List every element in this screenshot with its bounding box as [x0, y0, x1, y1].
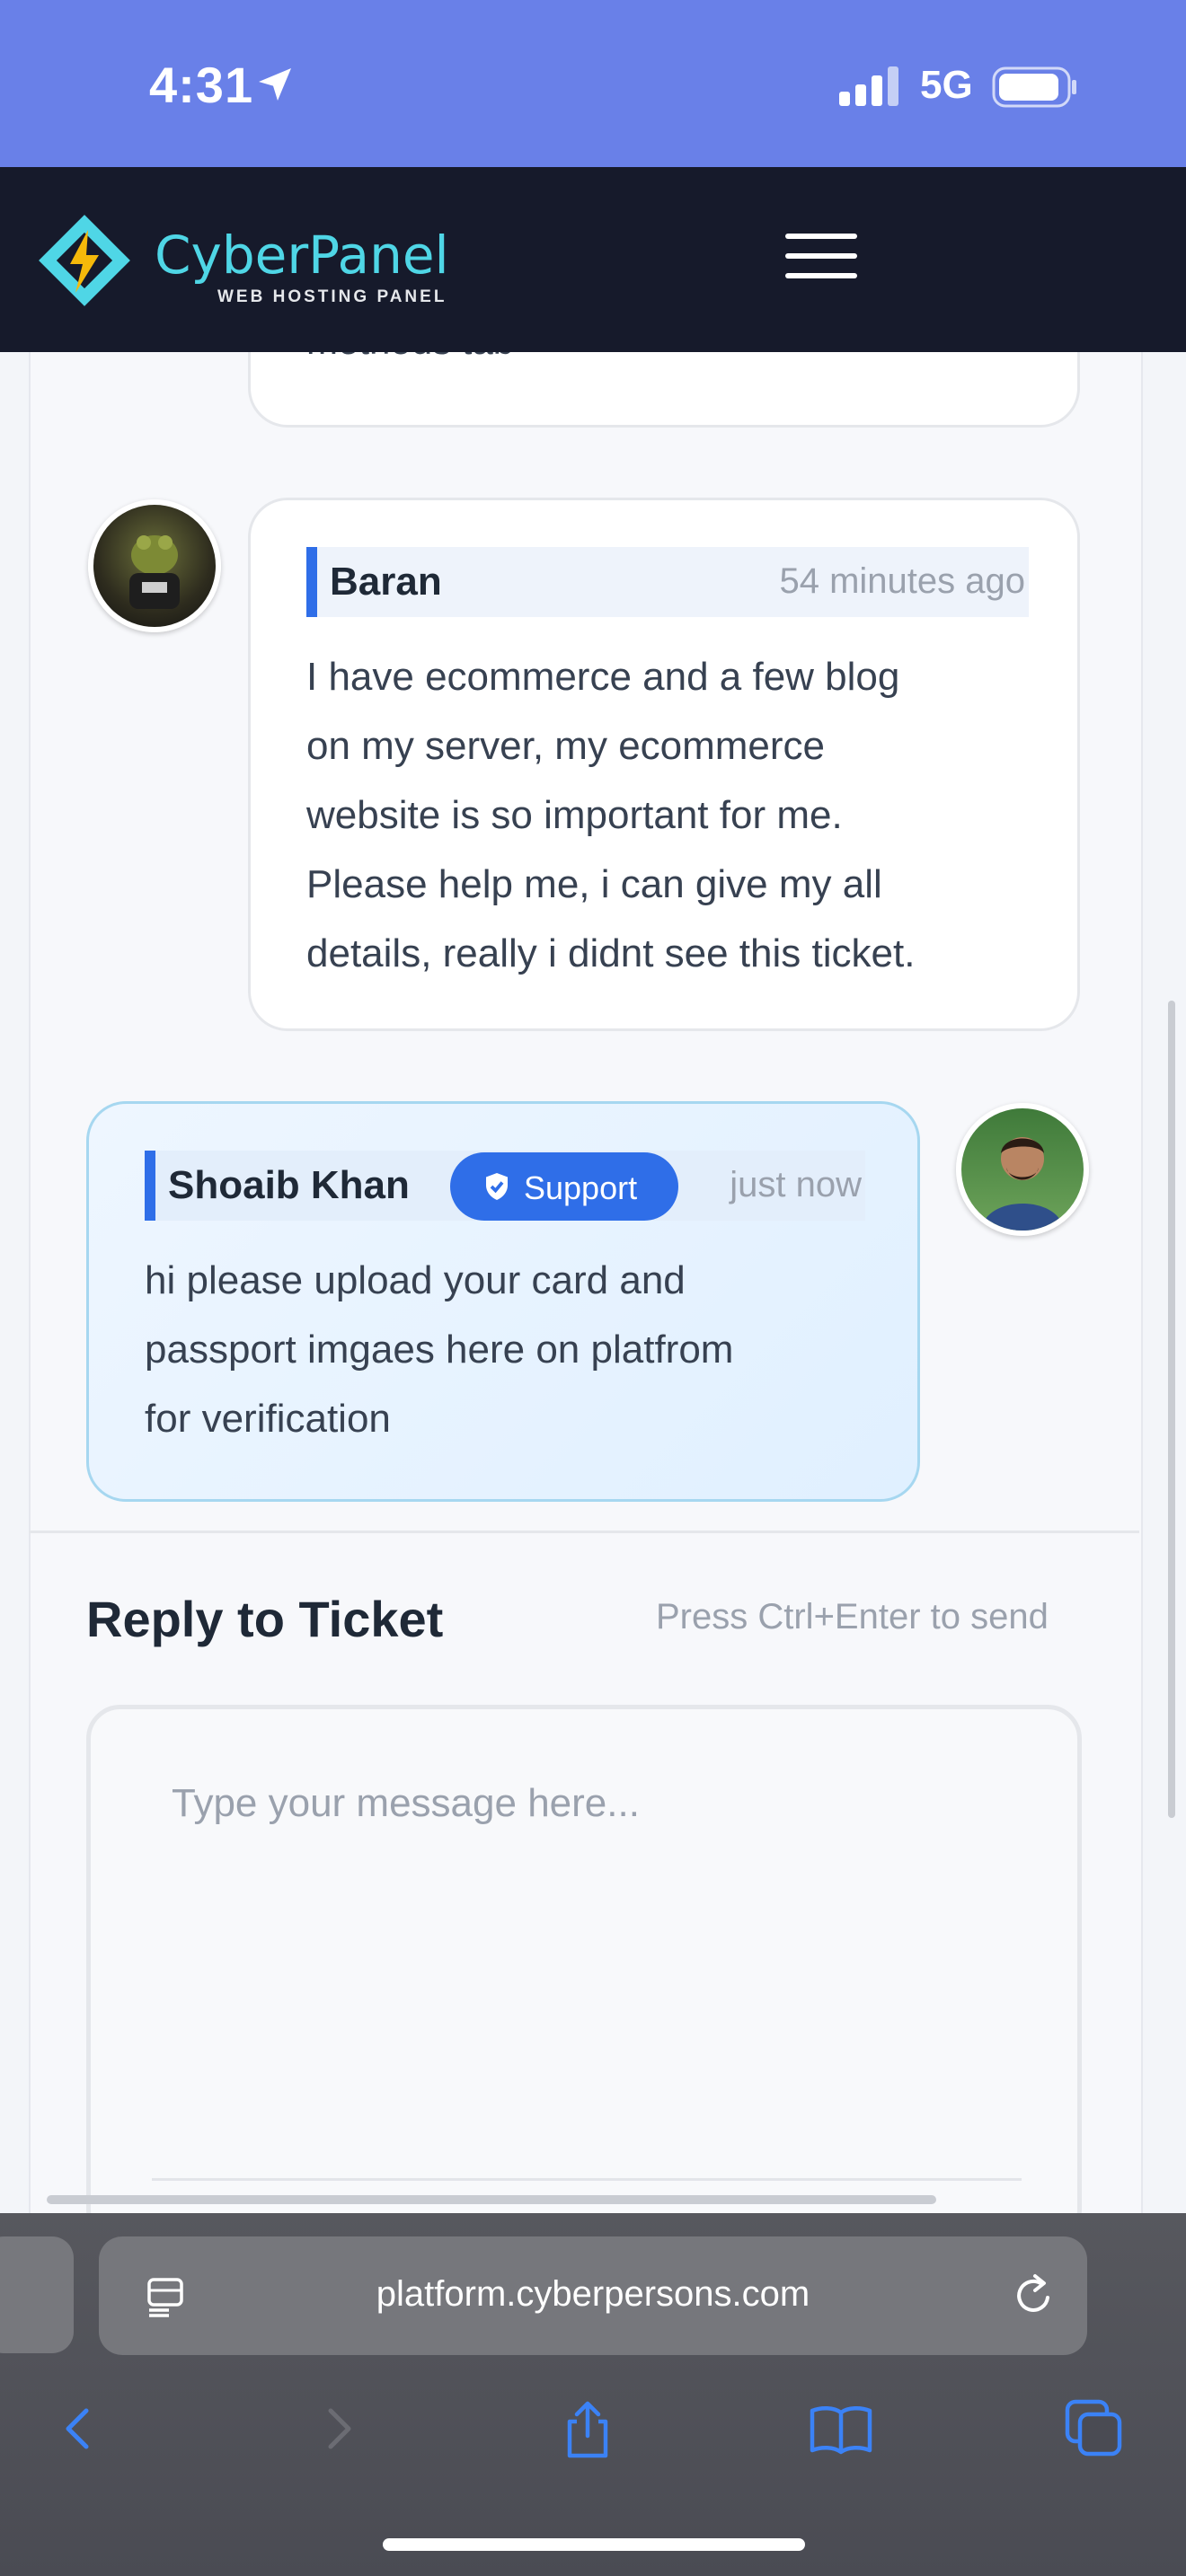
user-avatar — [88, 499, 221, 632]
cell-signal-icon — [839, 66, 898, 106]
reply-title: Reply to Ticket — [86, 1591, 444, 1647]
back-icon[interactable] — [43, 2393, 115, 2465]
battery-icon — [992, 66, 1076, 108]
reload-icon[interactable] — [1008, 2271, 1058, 2321]
browser-toolbar: platform.cyberpersons.com — [0, 2213, 1186, 2576]
logo-subtitle: WEB HOSTING PANEL — [217, 287, 447, 306]
tabs-icon[interactable] — [1058, 2393, 1130, 2465]
status-bar: 4:31 5G — [0, 0, 1186, 167]
message-line: website is so important for me. — [306, 793, 843, 837]
message-body: hi please upload your card and passport … — [145, 1246, 733, 1453]
reply-toolbar-divider — [152, 2178, 1022, 2181]
logo-title: CyberPanel — [155, 225, 449, 286]
message-line: for verification — [145, 1397, 391, 1441]
previous-message-card: methods tab — [248, 352, 1080, 428]
message-timestamp: 54 minutes ago — [779, 561, 1025, 601]
forward-icon[interactable] — [302, 2393, 374, 2465]
message-author: Shoaib Khan — [168, 1163, 410, 1207]
message-author: Baran — [330, 560, 442, 604]
message-line: details, really i didnt see this ticket. — [306, 931, 916, 975]
message-line: I have ecommerce and a few blog — [306, 655, 900, 699]
reply-message-input[interactable] — [91, 1709, 1077, 2176]
person-avatar-icon — [981, 1137, 1064, 1231]
message-header: Baran 54 minutes ago — [306, 547, 1029, 617]
message-timestamp: just now — [730, 1165, 862, 1204]
previous-tab-preview[interactable] — [0, 2236, 74, 2353]
message-card: Baran 54 minutes ago I have ecommerce an… — [248, 498, 1080, 1031]
message-line: passport imgaes here on platfrom — [145, 1328, 734, 1372]
frog-avatar-icon — [129, 535, 180, 609]
cyberpanel-logo-icon — [39, 215, 130, 306]
message-line: Please help me, i can give my all — [306, 862, 882, 906]
message-body: I have ecommerce and a few blog on my se… — [306, 642, 915, 988]
bookmarks-icon[interactable] — [805, 2393, 877, 2465]
message-line: on my server, my ecommerce — [306, 724, 826, 768]
verified-shield-icon — [486, 1173, 508, 1200]
message-header: Shoaib Khan Support just now — [145, 1151, 865, 1221]
url-text: platform.cyberpersons.com — [376, 2274, 810, 2314]
section-divider — [29, 1531, 1139, 1533]
share-icon[interactable] — [552, 2393, 624, 2465]
reply-box — [86, 1705, 1082, 2244]
menu-line-icon — [785, 253, 857, 259]
support-badge: Support — [450, 1152, 678, 1221]
horizontal-scrollbar[interactable] — [47, 2195, 936, 2204]
support-avatar — [956, 1103, 1089, 1236]
app-header: CyberPanel WEB HOSTING PANEL — [0, 167, 1186, 352]
message-text: methods tab — [306, 352, 514, 363]
location-arrow-icon — [259, 68, 291, 101]
message-line: hi please upload your card and — [145, 1258, 686, 1302]
menu-line-icon — [785, 273, 857, 278]
network-type: 5G — [920, 63, 973, 107]
support-message-card: Shoaib Khan Support just now hi please u… — [86, 1101, 920, 1502]
vertical-scrollbar[interactable] — [1168, 1001, 1175, 1818]
reply-hint: Press Ctrl+Enter to send — [656, 1597, 1049, 1636]
badge-label: Support — [524, 1169, 638, 1206]
status-time: 4:31 — [149, 57, 254, 113]
hamburger-menu-button[interactable] — [785, 234, 857, 278]
home-indicator[interactable] — [383, 2538, 805, 2551]
menu-line-icon — [785, 234, 857, 239]
address-bar[interactable]: platform.cyberpersons.com — [99, 2236, 1087, 2355]
